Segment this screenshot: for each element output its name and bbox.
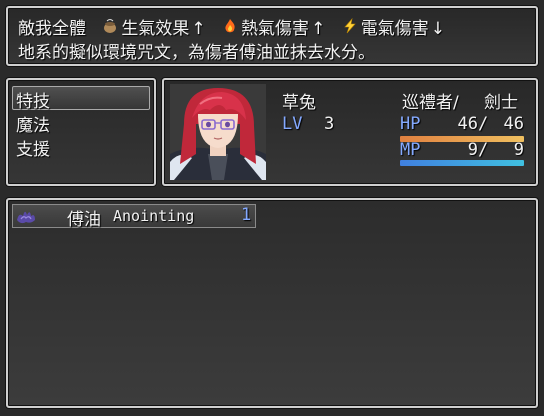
mp-gauge-fill [400, 160, 524, 166]
hp-current: 46 [457, 114, 478, 134]
command-special-skill[interactable]: 特技 [16, 87, 50, 112]
target-label: 敵我全體 [18, 19, 86, 39]
mp-max: 9 [513, 140, 524, 160]
fire-icon [221, 18, 239, 38]
mp-slash: / [478, 140, 489, 160]
actor-subclass: 劍士 [484, 93, 518, 113]
effect-arrow-1: ↑ [311, 19, 326, 39]
lightning-icon [341, 17, 359, 38]
water-splash-icon [15, 206, 37, 230]
skill-list-window: 傅油 Anointing 1 [6, 198, 538, 408]
hp-label: HP [400, 114, 421, 134]
actor-name: 草兔 [282, 93, 316, 113]
level-value: 3 [324, 114, 335, 134]
skill-cost: 1 [241, 205, 252, 225]
mp-current: 9 [467, 140, 478, 160]
pot-icon [101, 18, 119, 38]
help-window: 敵我全體 生氣效果 ↑ 熱氣傷害 ↑ 電氣傷害 ↓ 地系的擬似環境咒文，為傷者傅油並抹… [6, 6, 538, 66]
effect-arrow-2: ↓ [430, 19, 445, 39]
help-line-effects: 敵我全體 生氣效果 ↑ 熱氣傷害 ↑ 電氣傷害 ↓ [18, 14, 445, 39]
effect-arrow-0: ↑ [191, 19, 206, 39]
skill-row[interactable]: 傅油 Anointing 1 [12, 204, 256, 230]
hp-max: 46 [503, 114, 524, 134]
skill-english-name: Anointing [113, 207, 195, 225]
mp-label: MP [400, 140, 421, 160]
actor-class: 巡禮者/ [402, 93, 459, 113]
command-magic[interactable]: 魔法 [16, 111, 50, 136]
actor-portrait [170, 84, 266, 180]
effect-label-0: 生氣效果 [121, 19, 190, 39]
actor-status-window: 草兔 LV 3 巡禮者/ 劍士 HP 46 / 46 MP 9 / 9 [162, 78, 538, 186]
skill-type-command-window: 特技 魔法 支援 [6, 78, 156, 186]
effect-label-1: 熱氣傷害 [241, 19, 310, 39]
effect-label-2: 電氣傷害 [360, 19, 429, 39]
hp-slash: / [478, 114, 489, 134]
skill-name: 傅油 [67, 210, 101, 230]
help-description: 地系的擬似環境咒文，為傷者傅油並抹去水分。 [18, 43, 375, 63]
command-support[interactable]: 支援 [16, 135, 50, 160]
level-label: LV [282, 114, 303, 134]
